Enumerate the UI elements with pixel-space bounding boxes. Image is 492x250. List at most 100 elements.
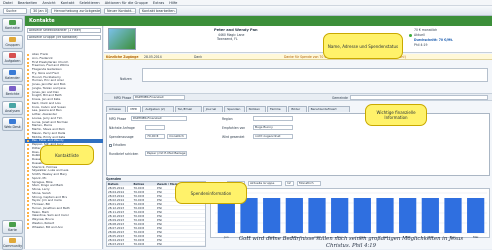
nav-gruppen[interactable]: Gruppen [2, 34, 23, 49]
average-gift: Durchschnitt: 70 €/Mt. [414, 38, 454, 42]
list-item[interactable]: Wheeler, Bill and Ann [25, 226, 103, 230]
newsletter-label: Rundbrief schicken [109, 152, 139, 156]
status-dot-icon [409, 34, 412, 37]
nav-icon [9, 102, 16, 108]
chart-bar-apr[interactable] [444, 198, 462, 233]
referred-field[interactable]: Bugs Bunny [253, 125, 293, 130]
table-cell: 28.04.2014 [108, 190, 125, 193]
table-cell: 70,00 € [133, 202, 145, 205]
recent-gift-label: Kürzliche Zugänge [106, 55, 139, 59]
tab-aufgaben-2-[interactable]: Aufgaben (2) [142, 106, 174, 112]
contact-detail: Peter and Wendy Pan 4460 Magic Lane Town… [104, 26, 492, 249]
menu-item-6[interactable]: Extras [153, 1, 164, 5]
menu-item-7[interactable]: Hilfe [169, 1, 177, 5]
nav-berichte[interactable]: Berichte [2, 84, 23, 98]
chart-bar-sep[interactable] [285, 198, 303, 233]
table-cell: 70,00 € [133, 218, 145, 221]
tab-spenden[interactable]: Spenden [224, 106, 245, 112]
last-gift-row: Kürzliche Zugänge 28.05.2014 Dank Danke … [104, 54, 492, 60]
table-cell: Phil [157, 226, 163, 229]
menu-item-4[interactable]: Selektieren [79, 1, 99, 5]
verse-line-2: Christus. Phil 4:19 [326, 242, 376, 249]
column-header[interactable]: Datum [107, 182, 132, 185]
tab-adresse[interactable]: Adresse [106, 106, 127, 112]
nav-community[interactable]: Community [2, 236, 23, 250]
region-field[interactable] [253, 116, 293, 121]
nav-kontakte[interactable]: Kontakte [2, 18, 23, 32]
community-label: Gemeinde [332, 96, 348, 100]
mpd-phase-field[interactable]: PARTNER-Finanziell [131, 116, 187, 121]
search-input[interactable]: Suche [3, 8, 27, 14]
nav-icon [9, 36, 16, 42]
verse-line-1: Gott wird deine Bedürfnisse stillen nach… [238, 236, 464, 242]
menu-item-5[interactable]: Aktionen für die Gruppe [105, 1, 148, 5]
pledge-frequency[interactable]: monatlich [167, 134, 187, 139]
nav-kalender[interactable]: Kalender [2, 67, 23, 82]
newsletter-field[interactable]: Papier (mit E-Mail Beilage) [145, 151, 187, 156]
chart-view-select[interactable]: Monatlich [297, 181, 321, 186]
received-checkbox[interactable] [109, 144, 112, 147]
tab-tel-email[interactable]: Tel./Email [174, 106, 202, 112]
callout-address: Name, Adresse und Spendenstatus [323, 33, 403, 59]
table-cell: 28.11.2013 [108, 210, 125, 213]
donation-chart-svg: Jun Jul Aug Sep Okt Nov Dez Jan Feb Mär Apr Mai [215, 192, 487, 239]
community-select[interactable] [350, 95, 488, 100]
tab-benutzerdefiniert[interactable]: Benutzerdefiniert [307, 106, 350, 112]
mpd-phase-select[interactable]: PARTNER-Finanziell [133, 95, 185, 100]
menu-item-2[interactable]: Ansicht [42, 1, 55, 5]
date-picker[interactable]: 30 Jan 09 [30, 8, 48, 14]
chart-bar-dez[interactable] [353, 198, 371, 233]
chart-bar-nov[interactable] [331, 198, 349, 233]
chart-bar-jan[interactable] [376, 198, 394, 233]
group-selector[interactable]: Aktuelle Gruppe (59 Kontakte) [27, 35, 101, 40]
menu-item-0[interactable]: Datei [3, 1, 13, 5]
chart-bar-feb[interactable] [399, 198, 417, 233]
selection-filter[interactable]: Aktuelle Selektionsfilter (1 Filter) [27, 28, 101, 33]
callout-donations: Spendeninformation [175, 182, 247, 204]
nav-web-desk[interactable]: Web Desk [2, 117, 23, 131]
chart-period-select[interactable]: Aktuelle Gruppe [248, 181, 282, 186]
table-cell: 70,00 € [133, 214, 145, 217]
nav-analysen[interactable]: Analysen [2, 100, 23, 115]
nav-karte[interactable]: Karte [2, 219, 23, 234]
menu-item-1[interactable]: Bearbeiten [18, 1, 38, 5]
pledge-amount[interactable]: 70,00 € [145, 134, 165, 139]
nav-icon [9, 221, 16, 227]
tab-familie[interactable]: Familie [267, 106, 288, 112]
sent-by-field[interactable]: nicht zugeordnet [253, 134, 293, 139]
tab-mpd[interactable]: MPD [127, 106, 142, 112]
table-cell: 70,00 € [133, 238, 145, 241]
column-header[interactable]: Betrag [132, 182, 156, 185]
tab-bilder[interactable]: Bilder [288, 106, 307, 112]
highlight-filter[interactable]: Hervorhebung zurückgestellt [51, 8, 101, 14]
contact-photo [108, 28, 136, 50]
contact-name: Peter and Wendy Pan [214, 28, 258, 32]
nav-label: Web Desk [4, 125, 21, 129]
chart-bar-okt[interactable] [308, 198, 326, 233]
callout-contacts: Kontaktliste [40, 145, 94, 165]
table-cell: Phil [157, 214, 163, 217]
table-cell: 28.03.2014 [108, 194, 125, 197]
nav-aufgaben[interactable]: Aufgaben [2, 51, 23, 65]
nav-icon [9, 119, 16, 124]
followup-label: Nächste Anfrage [109, 126, 135, 130]
table-cell: 70,00 € [133, 234, 145, 237]
tab-notizen[interactable]: Notizen [245, 106, 266, 112]
chart-bar-aug[interactable] [263, 198, 281, 233]
chart-range-select[interactable]: 12 [285, 181, 294, 186]
chart-bar-mär[interactable] [421, 198, 439, 233]
status-label: Aktuell [414, 33, 425, 37]
notes-field[interactable] [142, 68, 488, 82]
followup-field[interactable] [145, 125, 165, 130]
chart-bar-mai[interactable] [467, 198, 485, 233]
menu-item-3[interactable]: Kontakt [61, 1, 75, 5]
edit-contact-button[interactable]: Kontakt bearbeiten... [139, 8, 177, 14]
table-row[interactable]: 28.03.2013 70,00 € Phil [107, 242, 205, 246]
nav-label: Kalender [5, 75, 20, 80]
table-cell: 28.05.2013 [108, 234, 125, 237]
new-contact-button[interactable]: Neuer Kontakt... [104, 8, 136, 14]
nav-label: Berichte [5, 92, 20, 96]
table-cell: 28.05.2014 [108, 186, 125, 189]
pledge-label: Spendenzusage [109, 135, 134, 139]
tab-journal[interactable]: Journal [202, 106, 224, 112]
